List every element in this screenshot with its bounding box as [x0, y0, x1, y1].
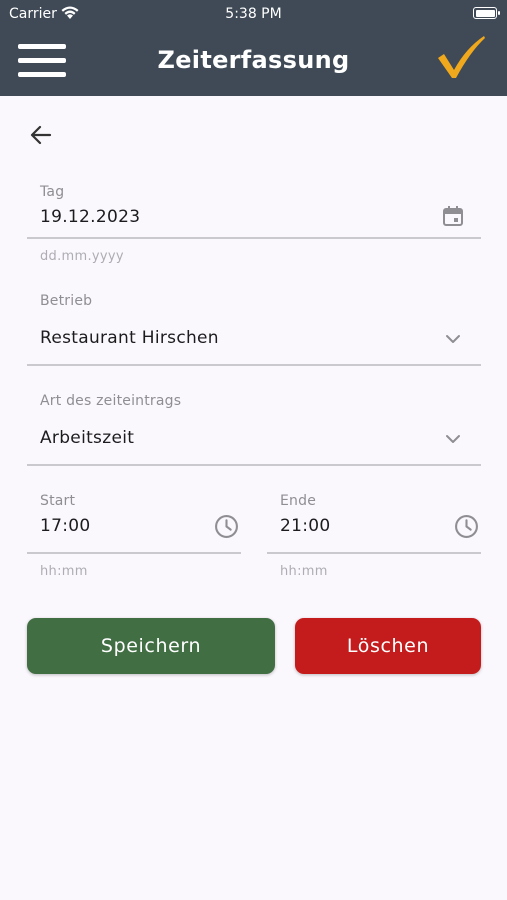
battery-icon [473, 7, 500, 19]
business-underline [27, 364, 481, 366]
entry-type-underline [27, 464, 481, 466]
entry-type-value[interactable]: Arbeitszeit [40, 428, 134, 448]
chevron-down-icon[interactable] [443, 329, 463, 349]
back-arrow-icon[interactable] [28, 122, 54, 148]
clock-time: 5:38 PM [225, 6, 282, 22]
calendar-icon[interactable] [441, 204, 465, 228]
end-label: Ende [280, 493, 317, 509]
clock-icon[interactable] [454, 514, 479, 539]
date-hint: dd.mm.yyyy [40, 249, 124, 264]
date-value[interactable]: 19.12.2023 [40, 207, 140, 227]
checkmark-icon[interactable] [436, 34, 486, 80]
date-underline [27, 237, 481, 239]
business-value[interactable]: Restaurant Hirschen [40, 328, 219, 348]
start-underline [27, 552, 241, 554]
page-title: Zeiterfassung [157, 46, 350, 74]
date-label: Tag [40, 184, 65, 200]
chevron-down-icon[interactable] [443, 429, 463, 449]
end-underline [267, 552, 481, 554]
status-bar: Carrier 5:38 PM [0, 0, 507, 28]
start-value[interactable]: 17:00 [40, 516, 91, 536]
start-hint: hh:mm [40, 564, 88, 579]
entry-type-label: Art des zeiteintrags [40, 393, 182, 409]
business-label: Betrieb [40, 293, 93, 309]
start-label: Start [40, 493, 76, 509]
end-value[interactable]: 21:00 [280, 516, 331, 536]
clock-icon[interactable] [214, 514, 239, 539]
delete-button[interactable]: Löschen [295, 618, 481, 674]
save-button[interactable]: Speichern [27, 618, 275, 674]
end-hint: hh:mm [280, 564, 328, 579]
